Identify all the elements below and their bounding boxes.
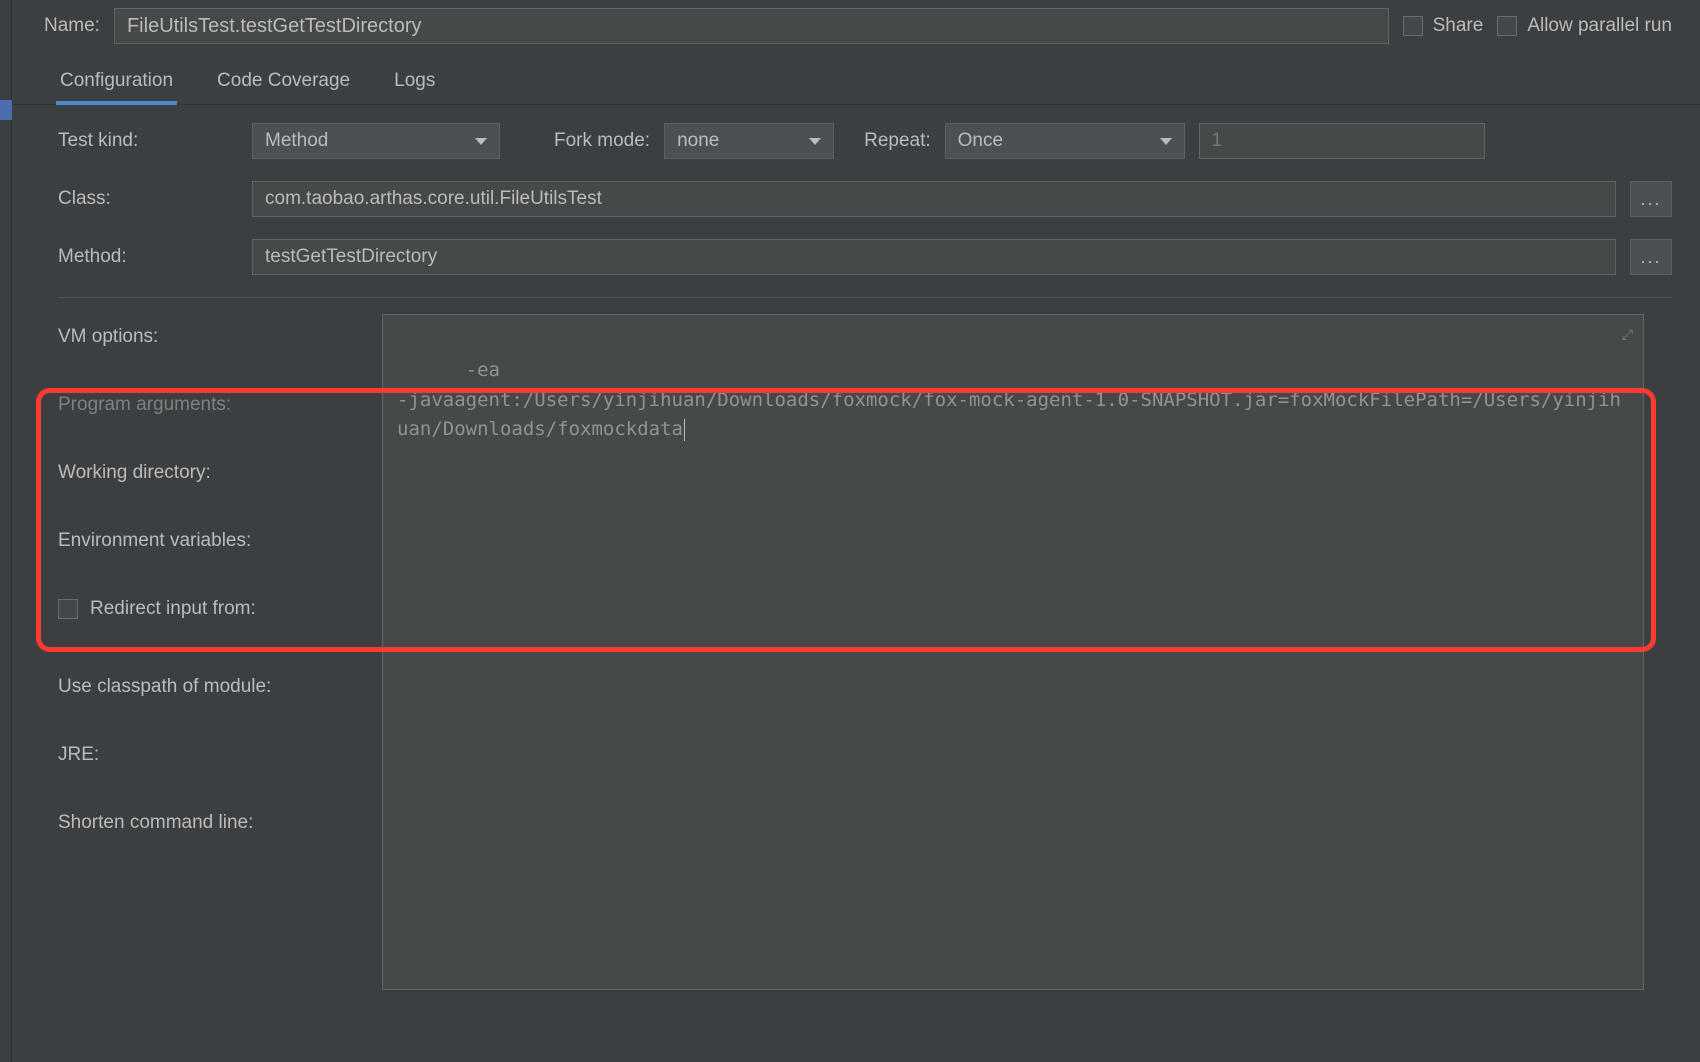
test-kind-select[interactable]: Method bbox=[252, 123, 500, 159]
class-browse-button[interactable]: ... bbox=[1630, 181, 1672, 217]
working-directory-label: Working directory: bbox=[58, 462, 271, 484]
env-vars-label: Environment variables: bbox=[58, 530, 271, 552]
expand-icon[interactable]: ⤢ bbox=[1622, 325, 1633, 347]
share-checkbox[interactable] bbox=[1403, 16, 1423, 36]
divider bbox=[58, 297, 1672, 298]
text-cursor bbox=[684, 419, 685, 441]
left-gutter-active bbox=[0, 100, 12, 120]
method-label: Method: bbox=[58, 246, 238, 268]
repeat-count-input[interactable]: 1 bbox=[1199, 123, 1485, 159]
share-checkbox-row[interactable]: Share bbox=[1403, 15, 1484, 37]
form-area: Test kind: Method Fork mode: none Repeat… bbox=[12, 105, 1700, 298]
jre-label: JRE: bbox=[58, 744, 271, 766]
method-browse-button[interactable]: ... bbox=[1630, 239, 1672, 275]
fork-mode-select[interactable]: none bbox=[664, 123, 834, 159]
classpath-label: Use classpath of module: bbox=[58, 676, 271, 698]
allow-parallel-checkbox[interactable] bbox=[1497, 16, 1517, 36]
config-panel: Name: Share Allow parallel run Configura… bbox=[12, 0, 1700, 1062]
name-row: Name: Share Allow parallel run bbox=[12, 0, 1700, 58]
tab-logs[interactable]: Logs bbox=[392, 62, 437, 104]
test-kind-row: Test kind: Method Fork mode: none Repeat… bbox=[58, 123, 1672, 159]
vm-options-textarea[interactable]: ⤢-ea -javaagent:/Users/yinjihuan/Downloa… bbox=[382, 314, 1644, 990]
share-label: Share bbox=[1433, 15, 1484, 37]
shorten-label: Shorten command line: bbox=[58, 812, 271, 834]
class-input[interactable]: com.taobao.arthas.core.util.FileUtilsTes… bbox=[252, 181, 1616, 217]
repeat-label: Repeat: bbox=[864, 130, 931, 152]
redirect-row[interactable]: Redirect input from: bbox=[58, 598, 271, 620]
class-row: Class: com.taobao.arthas.core.util.FileU… bbox=[58, 181, 1672, 217]
tabs: Configuration Code Coverage Logs bbox=[12, 58, 1700, 105]
class-label: Class: bbox=[58, 188, 238, 210]
tab-configuration[interactable]: Configuration bbox=[58, 62, 175, 104]
chevron-down-icon bbox=[475, 138, 487, 145]
method-input[interactable]: testGetTestDirectory bbox=[252, 239, 1616, 275]
allow-parallel-row[interactable]: Allow parallel run bbox=[1497, 15, 1672, 37]
allow-parallel-label: Allow parallel run bbox=[1527, 15, 1672, 37]
name-label: Name: bbox=[44, 15, 100, 37]
vm-options-text: -ea -javaagent:/Users/yinjihuan/Download… bbox=[397, 359, 1621, 440]
tab-code-coverage[interactable]: Code Coverage bbox=[215, 62, 352, 104]
vm-options-label: VM options: bbox=[58, 326, 271, 348]
program-arguments-label: Program arguments: bbox=[58, 394, 271, 416]
redirect-checkbox[interactable] bbox=[58, 599, 78, 619]
lower-labels: VM options: Program arguments: Working d… bbox=[58, 326, 271, 834]
method-row: Method: testGetTestDirectory ... bbox=[58, 239, 1672, 275]
chevron-down-icon bbox=[809, 138, 821, 145]
test-kind-label: Test kind: bbox=[58, 130, 238, 152]
repeat-select[interactable]: Once bbox=[945, 123, 1185, 159]
lower-form: VM options: Program arguments: Working d… bbox=[12, 308, 1700, 326]
redirect-label: Redirect input from: bbox=[90, 598, 256, 620]
chevron-down-icon bbox=[1160, 138, 1172, 145]
left-gutter bbox=[0, 0, 12, 1062]
fork-mode-label: Fork mode: bbox=[554, 130, 650, 152]
name-input[interactable] bbox=[114, 8, 1389, 44]
